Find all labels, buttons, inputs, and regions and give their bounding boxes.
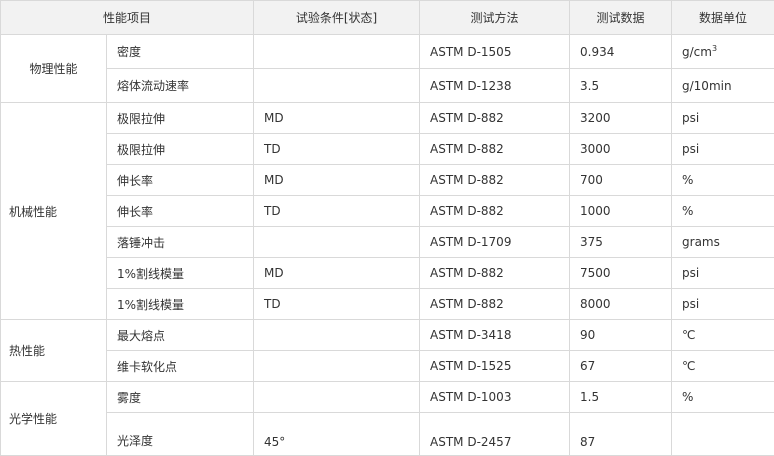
condition-cell: [254, 351, 420, 382]
value-cell: 7500: [570, 258, 672, 289]
value-cell: 1000: [570, 196, 672, 227]
header-property: 性能项目: [1, 1, 254, 35]
group-physical: 物理性能: [1, 35, 107, 103]
header-unit: 数据单位: [672, 1, 774, 35]
header-condition: 试验条件[状态]: [254, 1, 420, 35]
condition-cell: TD: [254, 134, 420, 165]
table-row: 热性能 最大熔点 ASTM D-3418 90 ℃: [1, 320, 774, 351]
method-cell: ASTM D-1003: [420, 382, 570, 413]
table-row: 伸长率 TD ASTM D-882 1000 %: [1, 196, 774, 227]
item-cell: 1%割线模量: [107, 289, 254, 320]
item-cell: 伸长率: [107, 165, 254, 196]
method-cell: ASTM D-882: [420, 196, 570, 227]
group-thermal: 热性能: [1, 320, 107, 382]
method-cell: ASTM D-882: [420, 258, 570, 289]
condition-cell: [254, 227, 420, 258]
condition-cell: MD: [254, 258, 420, 289]
unit-cell: %: [672, 165, 774, 196]
item-cell: 光泽度: [107, 413, 254, 456]
value-cell: 90: [570, 320, 672, 351]
unit-cell: ℃: [672, 320, 774, 351]
condition-cell: MD: [254, 103, 420, 134]
value-cell: 3.5: [570, 69, 672, 103]
value-cell: 0.934: [570, 35, 672, 69]
condition-cell: [254, 69, 420, 103]
method-cell: ASTM D-1238: [420, 69, 570, 103]
table-row: 极限拉伸 TD ASTM D-882 3000 psi: [1, 134, 774, 165]
item-cell: 密度: [107, 35, 254, 69]
unit-cell: ℃: [672, 351, 774, 382]
table-row: 熔体流动速率 ASTM D-1238 3.5 g/10min: [1, 69, 774, 103]
unit-cell: %: [672, 382, 774, 413]
method-cell: ASTM D-1525: [420, 351, 570, 382]
table-row: 维卡软化点 ASTM D-1525 67 ℃: [1, 351, 774, 382]
unit-cell: psi: [672, 258, 774, 289]
unit-cell: g/cm3: [672, 35, 774, 69]
unit-text: g/cm: [682, 45, 712, 59]
condition-cell: [254, 320, 420, 351]
value-cell: 3200: [570, 103, 672, 134]
item-cell: 伸长率: [107, 196, 254, 227]
value-cell: 67: [570, 351, 672, 382]
header-value: 测试数据: [570, 1, 672, 35]
table-row: 伸长率 MD ASTM D-882 700 %: [1, 165, 774, 196]
item-cell: 极限拉伸: [107, 134, 254, 165]
value-cell: 375: [570, 227, 672, 258]
method-cell: ASTM D-882: [420, 134, 570, 165]
value-cell: 8000: [570, 289, 672, 320]
unit-cell: [672, 413, 774, 456]
table-row: 光学性能 雾度 ASTM D-1003 1.5 %: [1, 382, 774, 413]
unit-cell: psi: [672, 134, 774, 165]
properties-table: 性能项目 试验条件[状态] 测试方法 测试数据 数据单位 物理性能 密度 AST…: [0, 0, 774, 456]
item-cell: 最大熔点: [107, 320, 254, 351]
method-cell: ASTM D-882: [420, 289, 570, 320]
table-row: 机械性能 极限拉伸 MD ASTM D-882 3200 psi: [1, 103, 774, 134]
condition-cell: [254, 382, 420, 413]
value-cell: 700: [570, 165, 672, 196]
unit-superscript: 3: [712, 44, 717, 53]
item-cell: 落锤冲击: [107, 227, 254, 258]
unit-cell: %: [672, 196, 774, 227]
table-row: 落锤冲击 ASTM D-1709 375 grams: [1, 227, 774, 258]
item-cell: 雾度: [107, 382, 254, 413]
group-mechanical: 机械性能: [1, 103, 107, 320]
header-method: 测试方法: [420, 1, 570, 35]
condition-cell: MD: [254, 165, 420, 196]
item-cell: 熔体流动速率: [107, 69, 254, 103]
condition-cell: TD: [254, 289, 420, 320]
unit-cell: psi: [672, 289, 774, 320]
item-cell: 维卡软化点: [107, 351, 254, 382]
item-cell: 极限拉伸: [107, 103, 254, 134]
method-cell: ASTM D-1505: [420, 35, 570, 69]
table-row: 物理性能 密度 ASTM D-1505 0.934 g/cm3: [1, 35, 774, 69]
value-cell: 3000: [570, 134, 672, 165]
method-cell: ASTM D-2457: [420, 413, 570, 456]
value-cell: 87: [570, 413, 672, 456]
condition-cell: TD: [254, 196, 420, 227]
item-cell: 1%割线模量: [107, 258, 254, 289]
method-cell: ASTM D-1709: [420, 227, 570, 258]
table-row: 1%割线模量 MD ASTM D-882 7500 psi: [1, 258, 774, 289]
value-cell: 1.5: [570, 382, 672, 413]
method-cell: ASTM D-882: [420, 103, 570, 134]
group-optical: 光学性能: [1, 382, 107, 456]
unit-cell: grams: [672, 227, 774, 258]
table-row: 1%割线模量 TD ASTM D-882 8000 psi: [1, 289, 774, 320]
unit-cell: g/10min: [672, 69, 774, 103]
table-row: 光泽度 45° ASTM D-2457 87: [1, 413, 774, 456]
condition-cell: [254, 35, 420, 69]
method-cell: ASTM D-3418: [420, 320, 570, 351]
condition-cell: 45°: [254, 413, 420, 456]
method-cell: ASTM D-882: [420, 165, 570, 196]
header-row: 性能项目 试验条件[状态] 测试方法 测试数据 数据单位: [1, 1, 774, 35]
unit-cell: psi: [672, 103, 774, 134]
